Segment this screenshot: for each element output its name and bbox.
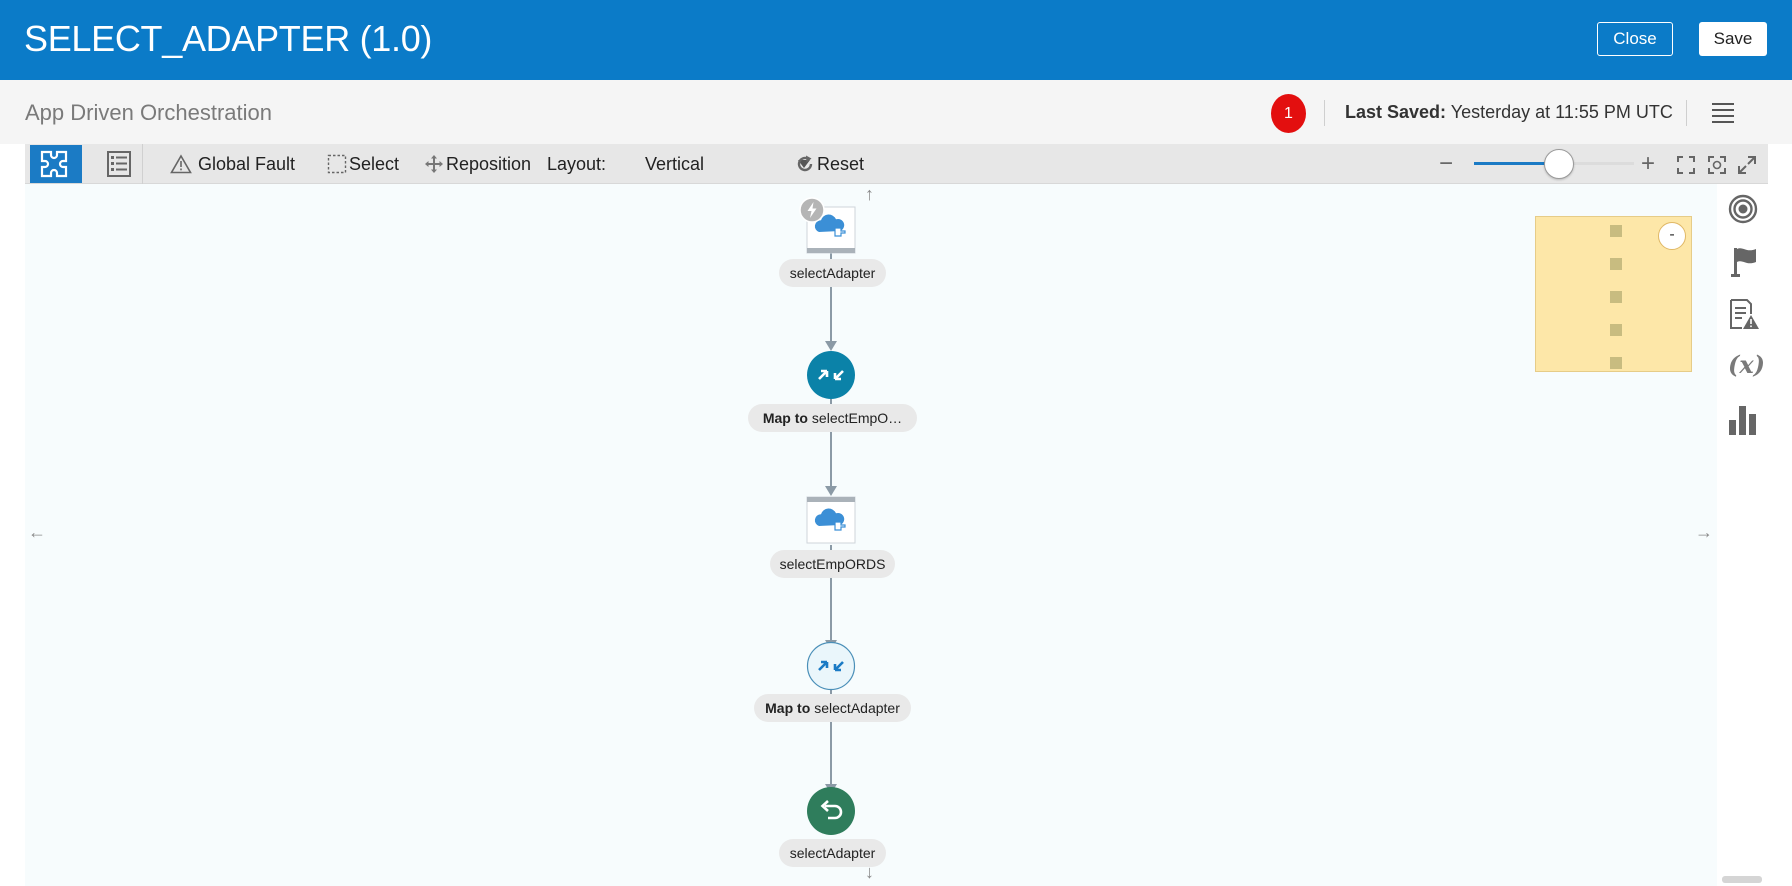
close-button[interactable]: Close	[1597, 22, 1673, 56]
trigger-bolt-icon	[799, 197, 825, 223]
select-tool-label: Select	[349, 153, 400, 174]
node-label[interactable]: selectEmpORDS	[770, 550, 895, 578]
node-label-prefix: Map to	[765, 700, 811, 716]
scrollbar[interactable]	[1722, 876, 1762, 883]
layout-select-value: Vertical	[645, 154, 705, 174]
node-label-text: selectEmpO…	[811, 410, 903, 426]
canvas-view-button[interactable]	[30, 145, 82, 183]
reset-label: Reset	[817, 153, 865, 174]
last-saved-status: Last Saved: Yesterday at 11:55 PM UTC	[1345, 102, 1673, 123]
node-label-prefix: Map to	[762, 410, 808, 426]
header-bar: SELECT_ADAPTER (1.0) Close Save	[0, 0, 1792, 80]
select-tool-button[interactable]: Select	[327, 144, 399, 184]
list-icon	[107, 151, 131, 177]
map-node[interactable]	[806, 641, 856, 691]
target-icon[interactable]	[1728, 194, 1758, 224]
integration-pattern-label: App Driven Orchestration	[25, 100, 272, 125]
rest-adapter-icon	[806, 496, 856, 544]
toolbar-divider	[142, 144, 143, 184]
divider	[1686, 100, 1687, 126]
minimap-node	[1610, 324, 1622, 336]
minimap[interactable]: -	[1535, 216, 1692, 372]
warning-icon	[170, 154, 192, 174]
minimap-node	[1610, 225, 1622, 237]
integration-title: SELECT_ADAPTER (1.0)	[24, 18, 433, 59]
map-node[interactable]	[806, 350, 856, 400]
zoom-slider-handle[interactable]	[1543, 149, 1574, 179]
node-label-text: selectEmpORDS	[779, 556, 886, 572]
global-fault-label: Global Fault	[198, 153, 296, 174]
node-label[interactable]: selectAdapter	[779, 259, 886, 287]
zoom-out-button[interactable]: −	[1439, 144, 1453, 184]
node-label[interactable]: selectAdapter	[779, 839, 886, 867]
refresh-icon	[797, 155, 813, 172]
pan-left-arrow[interactable]: ←	[28, 522, 46, 543]
last-saved-value: Yesterday at 11:55 PM UTC	[1450, 102, 1673, 122]
report-warning-icon[interactable]	[1728, 298, 1760, 332]
node-label-text: selectAdapter	[789, 265, 876, 281]
global-fault-button[interactable]: Global Fault	[170, 144, 295, 184]
return-node[interactable]	[806, 786, 856, 836]
arrow-head	[825, 486, 837, 496]
pan-right-arrow[interactable]: →	[1695, 522, 1713, 543]
list-view-button[interactable]	[99, 145, 139, 183]
layout-select[interactable]: Vertical	[645, 152, 810, 176]
node-label[interactable]: Map to selectEmpO…	[748, 404, 917, 432]
orchestration-canvas[interactable]	[25, 184, 1717, 886]
expand-icon[interactable]	[1737, 155, 1757, 175]
select-marquee-icon	[327, 154, 347, 174]
layout-label: Layout:	[547, 153, 607, 174]
minimap-node	[1610, 258, 1622, 270]
pan-up-arrow[interactable]: ↑	[865, 184, 874, 205]
node-label-text: selectAdapter	[814, 700, 900, 716]
menu-icon[interactable]	[1712, 103, 1734, 127]
bar-chart-icon[interactable]	[1728, 404, 1758, 436]
minimap-collapse-button[interactable]: -	[1658, 222, 1686, 250]
fit-to-screen-icon[interactable]	[1676, 155, 1696, 175]
node-label[interactable]: Map to selectAdapter	[754, 694, 911, 722]
error-count-badge[interactable]: 1	[1271, 94, 1306, 133]
reset-button[interactable]: Reset	[795, 144, 864, 184]
zoom-in-button[interactable]: +	[1641, 144, 1655, 184]
minimap-node	[1610, 291, 1622, 303]
divider	[1324, 100, 1325, 126]
last-saved-label: Last Saved:	[1345, 102, 1447, 122]
flag-icon[interactable]	[1730, 246, 1758, 278]
variable-icon[interactable]: (x)	[1728, 350, 1765, 382]
minimap-node	[1610, 357, 1622, 369]
reposition-tool-button[interactable]: Reposition	[424, 144, 531, 184]
reposition-tool-label: Reposition	[446, 153, 532, 174]
puzzle-icon	[40, 150, 68, 178]
right-rail	[1717, 184, 1768, 886]
node-label-text: selectAdapter	[789, 845, 876, 861]
invoke-node[interactable]	[806, 496, 856, 544]
move-icon	[425, 155, 443, 173]
save-button[interactable]: Save	[1699, 22, 1767, 56]
fit-selection-icon[interactable]	[1707, 155, 1727, 175]
